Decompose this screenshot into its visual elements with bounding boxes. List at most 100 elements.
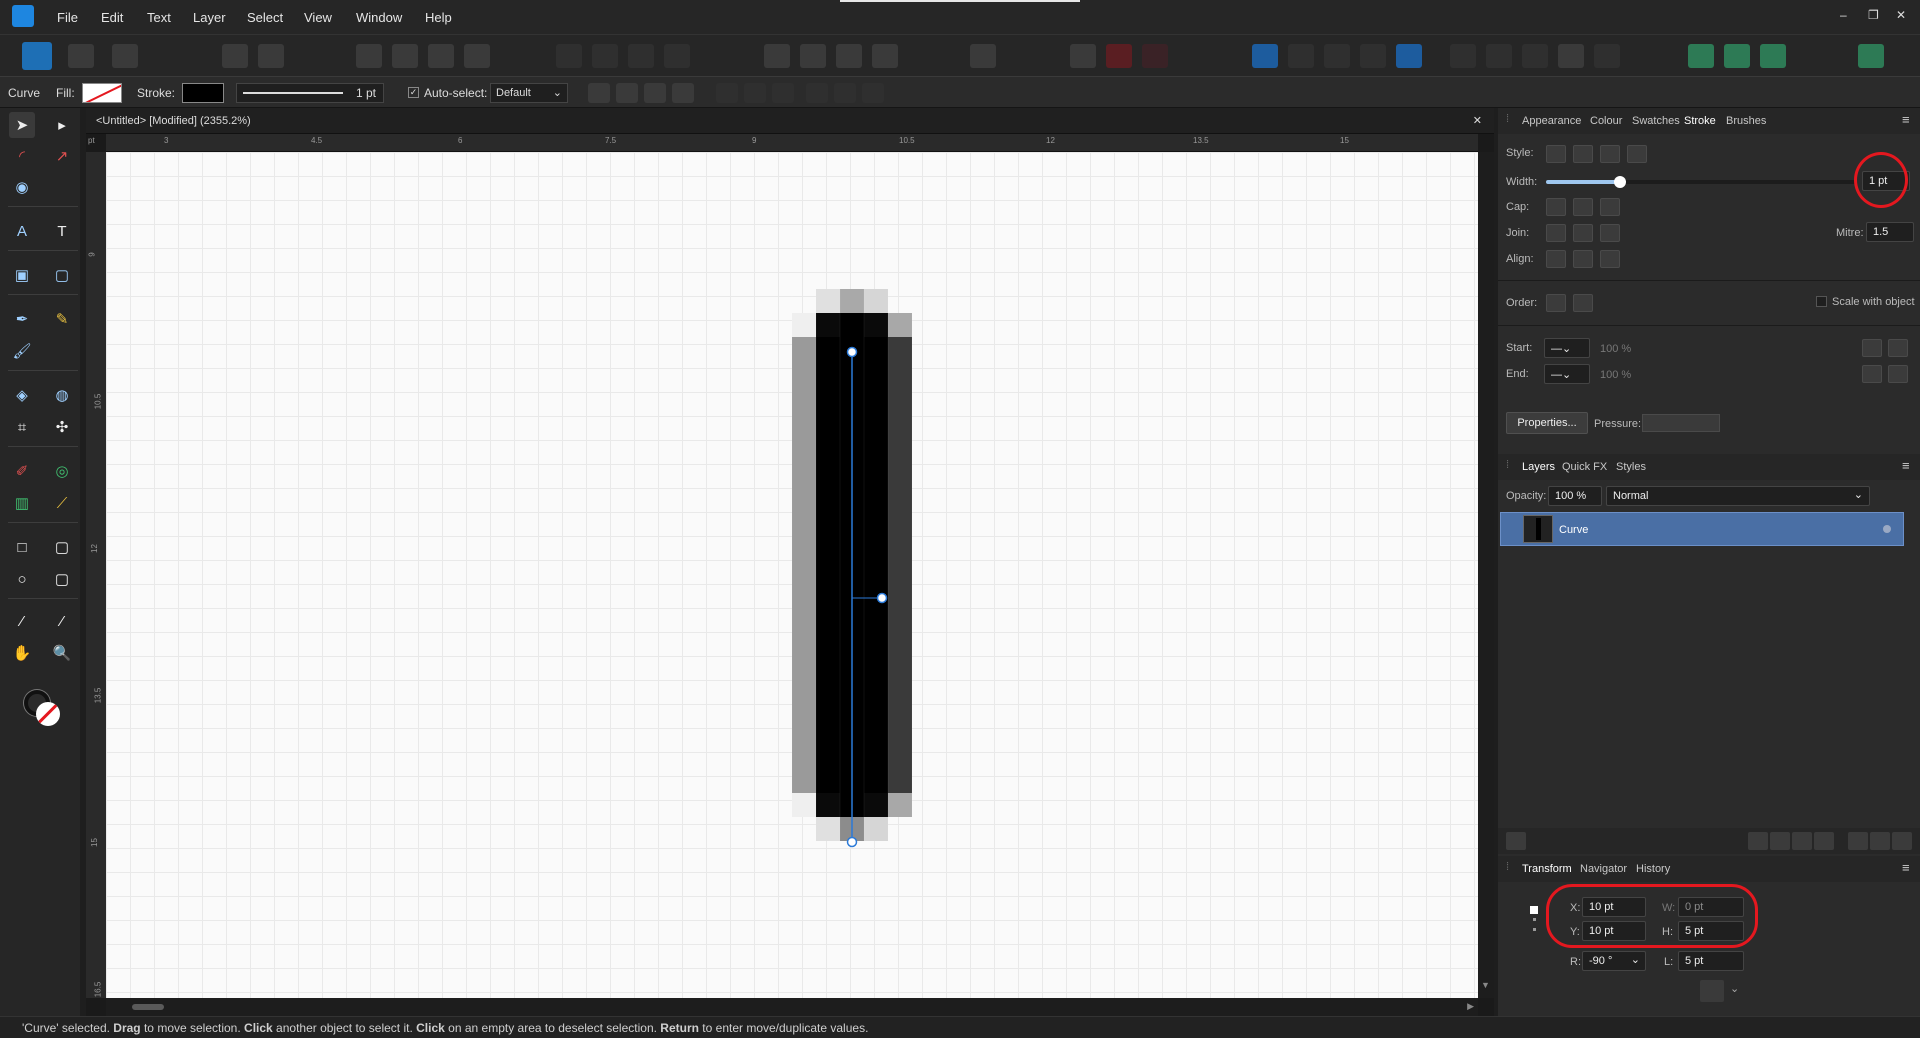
panel-menu-icon[interactable]: ≡ [1902, 860, 1910, 875]
magnet-snapping-icon[interactable] [1142, 44, 1168, 68]
hand-tool-icon[interactable]: ✋ [9, 640, 35, 666]
point-transform-tool-icon[interactable]: ↗ [49, 143, 75, 169]
measure-tool-icon[interactable]: ⟋ [49, 490, 75, 516]
color-swatches-icon[interactable] [22, 688, 62, 728]
chevron-down-icon[interactable]: ⌄ [1730, 982, 1739, 995]
grid-align-icon[interactable] [672, 83, 694, 103]
gradient-tool-icon[interactable]: ◎ [49, 458, 75, 484]
transform-mode-icon[interactable] [644, 83, 666, 103]
end-arrowhead-dropdown[interactable]: —⌄ [1544, 364, 1590, 384]
tab-stroke[interactable]: Stroke [1684, 115, 1716, 127]
start-arrowhead-dropdown[interactable]: —⌄ [1544, 338, 1590, 358]
lock-icon[interactable] [1896, 486, 1916, 504]
fx-icon[interactable] [1792, 832, 1812, 850]
scale-with-object-checkbox[interactable] [1816, 296, 1827, 307]
align-middle-icon[interactable] [834, 83, 856, 103]
show-handles-icon[interactable] [616, 83, 638, 103]
boolean-divide-icon[interactable] [1396, 44, 1422, 68]
boolean-add-icon[interactable] [1252, 44, 1278, 68]
geometry-icon-3[interactable] [1522, 44, 1548, 68]
crop-tool-icon[interactable]: ⌗ [9, 414, 35, 440]
insert-behind-icon[interactable] [1760, 44, 1786, 68]
align-center-icon[interactable] [744, 83, 766, 103]
align-inside-icon[interactable] [1546, 250, 1566, 268]
swap-arrowheads-icon[interactable] [1862, 365, 1882, 383]
curve-object-pixels[interactable] [106, 152, 1478, 998]
geometry-icon-5[interactable] [1594, 44, 1620, 68]
account-icon[interactable] [1858, 44, 1884, 68]
place-tool-icon[interactable]: ✣ [49, 414, 75, 440]
menu-window[interactable]: Window [356, 10, 402, 25]
boolean-xor-icon[interactable] [1360, 44, 1386, 68]
rectangle-tool-icon[interactable]: □ [9, 534, 35, 560]
reset-arrowheads-icon[interactable] [1888, 365, 1908, 383]
move-tool-icon[interactable]: ➤ [9, 112, 35, 138]
preferences-icon[interactable] [258, 44, 284, 68]
mask-icon[interactable] [1106, 44, 1132, 68]
end-node[interactable] [846, 836, 858, 848]
pencil-tool-icon[interactable]: ✎ [49, 306, 75, 332]
cap-round-icon[interactable] [1573, 198, 1593, 216]
snap-nodes-icon[interactable] [428, 44, 454, 68]
menu-select[interactable]: Select [247, 10, 283, 25]
arrowhead-position-icon[interactable] [1862, 339, 1882, 357]
cap-butt-icon[interactable] [1546, 198, 1566, 216]
menu-text[interactable]: Text [147, 10, 171, 25]
restore-button[interactable]: ❐ [1868, 8, 1879, 22]
ellipse-tool-icon[interactable]: ○ [9, 566, 35, 592]
color-sampler-tool-icon[interactable]: ⁄ [49, 608, 75, 634]
place-image-tool-icon[interactable]: ▣ [9, 262, 35, 288]
tab-styles[interactable]: Styles [1616, 461, 1646, 473]
group-icon[interactable] [1814, 832, 1834, 850]
shapes-tool-icon[interactable]: ▢ [49, 566, 75, 592]
insert-target-icon[interactable] [1688, 44, 1714, 68]
layer-settings-icon[interactable] [1874, 486, 1894, 504]
frame-text-tool-icon[interactable]: T [49, 218, 75, 244]
menu-file[interactable]: File [57, 10, 78, 25]
style-none-icon[interactable] [1546, 145, 1566, 163]
pressure-curve[interactable] [1642, 414, 1720, 432]
corner-tool-icon[interactable]: ◜ [9, 143, 35, 169]
tab-appearance[interactable]: Appearance [1522, 115, 1581, 127]
arrange-backward-icon[interactable] [592, 44, 618, 68]
arrange-front-icon[interactable] [664, 44, 690, 68]
join-round-icon[interactable] [1573, 224, 1593, 242]
horizontal-scroll-thumb[interactable] [132, 1004, 164, 1010]
arrowhead-extend-icon[interactable] [1888, 339, 1908, 357]
delete-layer-icon[interactable] [1892, 832, 1912, 850]
node-tool-icon[interactable]: ▸ [49, 112, 75, 138]
align-right-icon[interactable] [772, 83, 794, 103]
layer-options-icon[interactable] [1506, 832, 1526, 850]
fill-swatch[interactable] [82, 83, 122, 103]
tab-colour[interactable]: Colour [1590, 115, 1622, 127]
export-persona-icon[interactable] [112, 44, 138, 68]
l-field[interactable]: 5 pt [1678, 951, 1744, 971]
align-outside-icon[interactable] [1600, 250, 1620, 268]
tab-layers[interactable]: Layers [1522, 461, 1555, 473]
close-window-button[interactable]: ✕ [1896, 8, 1906, 22]
tab-history[interactable]: History [1636, 863, 1670, 875]
tab-brushes[interactable]: Brushes [1726, 115, 1766, 127]
add-layer-icon[interactable] [1848, 832, 1868, 850]
flip-vertical-icon[interactable] [800, 44, 826, 68]
snap-grid-icon[interactable] [392, 44, 418, 68]
document-tab[interactable]: <Untitled> [Modified] (2355.2%) ✕ [86, 108, 1494, 134]
mitre-field[interactable]: 1.5 [1866, 222, 1914, 242]
panel-menu-icon[interactable]: ≡ [1902, 112, 1910, 127]
transform-options-icon[interactable] [1700, 980, 1724, 1002]
cap-square-icon[interactable] [1600, 198, 1620, 216]
rotate-right-icon[interactable] [872, 44, 898, 68]
start-node[interactable] [846, 346, 858, 358]
duplicate-layer-icon[interactable] [1870, 832, 1890, 850]
mask-layer-icon[interactable] [1748, 832, 1768, 850]
eyedropper-tool-icon[interactable]: ⁄ [9, 608, 35, 634]
designer-persona-icon[interactable] [22, 42, 52, 70]
fill-tool-icon[interactable]: ◈ [9, 382, 35, 408]
scroll-right-icon[interactable]: ▶ [1467, 1001, 1474, 1012]
horizontal-scrollbar[interactable]: ▶ [106, 998, 1478, 1016]
arrange-back-icon[interactable] [556, 44, 582, 68]
flip-horizontal-icon[interactable] [764, 44, 790, 68]
brush-tool-icon[interactable]: 🖌 [9, 338, 35, 364]
width-slider[interactable] [1546, 176, 1856, 188]
pixel-persona-icon[interactable] [68, 44, 94, 68]
